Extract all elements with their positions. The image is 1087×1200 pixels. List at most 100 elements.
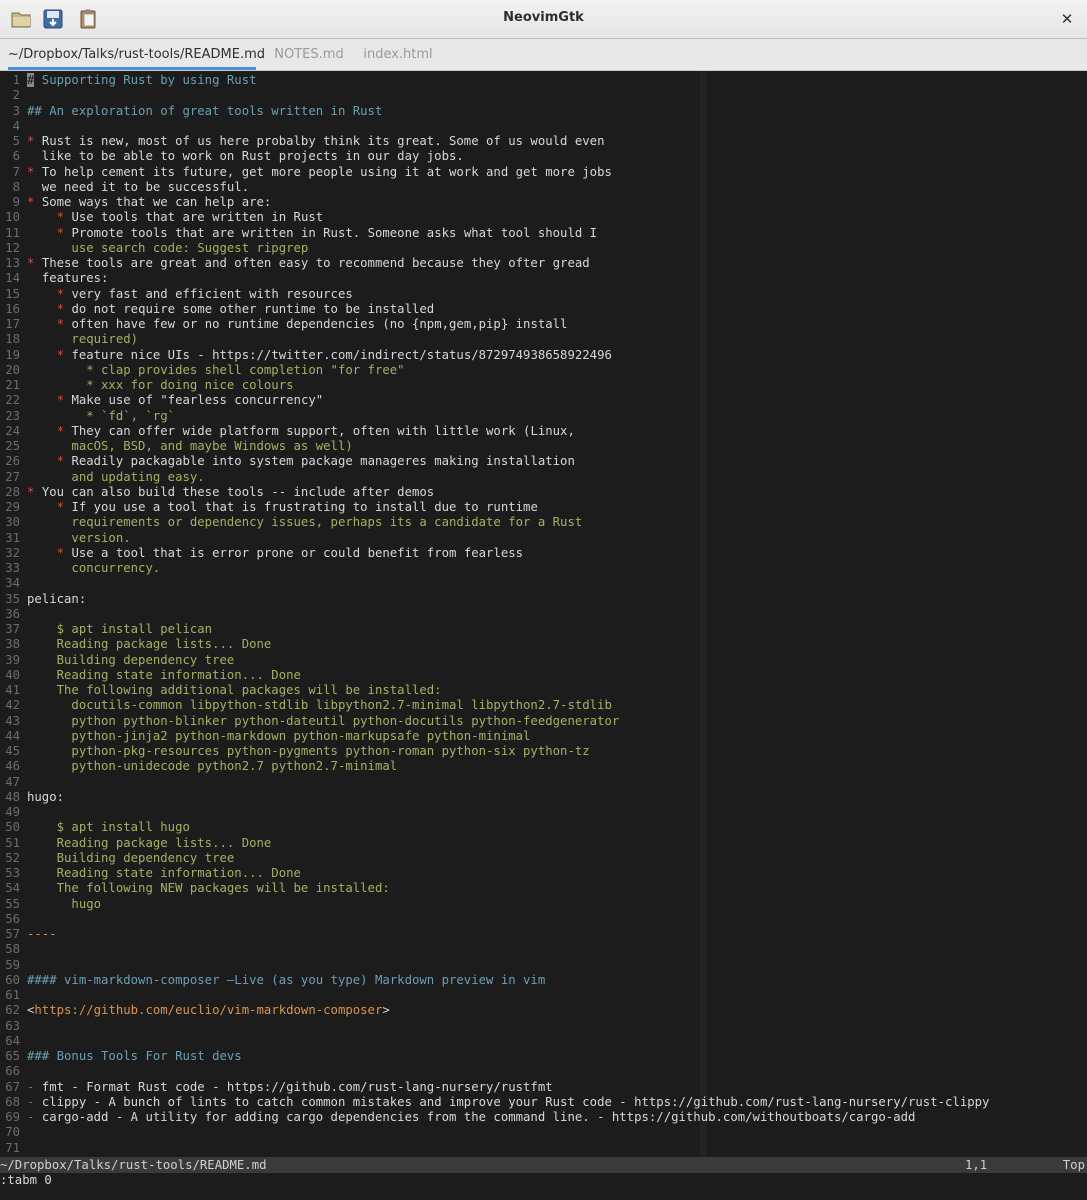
line-number: 23 — [5, 408, 20, 423]
line-number: 51 — [5, 835, 20, 850]
line-segment: Use a tool that is error prone or could … — [71, 545, 524, 560]
buffer-line: 53 Reading state information... Done — [0, 866, 1087, 881]
line-segment: Reading state information... Done — [27, 667, 301, 682]
buffer-line: 40 Reading state information... Done — [0, 668, 1087, 683]
line-number: 22 — [5, 393, 20, 408]
line-segment: ## An exploration of great tools written… — [27, 103, 383, 118]
line-segment — [27, 302, 57, 316]
buffer-lines: 1 # Supporting Rust by using Rust 2 3 ## An … — [0, 73, 1087, 1156]
line-segment: * — [56, 225, 72, 240]
line-number: 35 — [5, 591, 20, 606]
line-segment — [27, 210, 57, 224]
line-number: 67 — [5, 1079, 20, 1094]
line-number: 47 — [5, 774, 20, 789]
buffer-line: 46 python-unidecode python2.7 python2.7-… — [0, 759, 1087, 774]
line-text: * xxx for doing nice colours — [27, 378, 293, 393]
line-number: 60 — [5, 972, 20, 987]
tab-bar: ~/Dropbox/Talks/rust-tools/README.md NOT… — [0, 39, 1087, 71]
line-text: ---- — [27, 927, 57, 942]
buffer-line: 55 hugo — [0, 897, 1087, 912]
line-segment: cargo-add - A utility for adding cargo d… — [41, 1110, 916, 1124]
line-number: 10 — [5, 210, 20, 225]
buffer-line: 58 — [0, 942, 1087, 957]
line-number: 7 — [12, 164, 20, 179]
line-text: * Promote tools that are written in Rust… — [27, 226, 597, 241]
line-segment — [27, 546, 57, 560]
line-number: 20 — [5, 362, 20, 377]
line-text: * feature nice UIs - https://twitter.com… — [27, 348, 612, 363]
line-segment: * — [56, 393, 72, 408]
editor-buffer[interactable]: 1 # Supporting Rust by using Rust 2 3 ## An … — [0, 71, 1087, 1157]
line-number: 66 — [5, 1064, 20, 1079]
line-segment: features: — [27, 271, 109, 286]
line-number: 15 — [5, 286, 20, 301]
cursor-position: 1,1 — [965, 1158, 988, 1172]
buffer-line: 16 * do not require some other runtime t… — [0, 302, 1087, 317]
line-number: 41 — [5, 683, 20, 697]
line-segment: Make use of "fearless concurrency" — [71, 393, 324, 408]
buffer-line: 12 use search code: Suggest ripgrep — [0, 241, 1087, 256]
command-line[interactable]: :tabm 0 — [0, 1173, 1087, 1200]
line-number: 61 — [5, 988, 20, 1002]
line-number: 38 — [5, 637, 20, 652]
line-text: docutils-common libpython-stdlib libpyth… — [27, 698, 611, 713]
line-number: 53 — [5, 866, 20, 880]
tab-notes[interactable]: NOTES.md — [268, 39, 350, 70]
line-segment: like to be able to work on Rust projects… — [27, 149, 464, 164]
buffer-line: 44 python-jinja2 python-markdown python-… — [0, 729, 1087, 744]
line-segment: pelican: — [27, 591, 87, 606]
line-segment: The following additional packages will b… — [27, 683, 442, 697]
line-segment: very fast and efficient with resources — [71, 286, 353, 301]
scroll-position: Top — [1062, 1158, 1085, 1172]
line-number: 5 — [12, 134, 20, 148]
buffer-line: 32 * Use a tool that is error prone or c… — [0, 546, 1087, 561]
line-segment: $ apt install hugo — [27, 820, 190, 835]
buffer-line: 18 required) — [0, 332, 1087, 347]
line-number: 57 — [5, 927, 20, 941]
line-text: ### Bonus Tools For Rust devs — [27, 1049, 242, 1064]
line-segment: requirements or dependency issues, perha… — [27, 515, 583, 530]
line-text: pelican: — [27, 592, 86, 607]
line-text: The following additional packages will b… — [27, 683, 442, 698]
line-segment: * — [56, 301, 72, 316]
line-number: 37 — [5, 622, 20, 636]
tab-readme[interactable]: ~/Dropbox/Talks/rust-tools/README.md — [8, 39, 265, 70]
line-text: - cargo-add - A utility for adding cargo… — [27, 1110, 915, 1125]
line-segment: Reading state information... Done — [27, 866, 301, 880]
line-segment: * — [27, 484, 42, 499]
buffer-line: 39 Building dependency tree — [0, 653, 1087, 668]
line-segment: * — [56, 210, 72, 225]
buffer-line: 70 — [0, 1125, 1087, 1140]
line-text: required) — [27, 332, 138, 347]
buffer-line: 10 * Use tools that are written in Rust — [0, 210, 1087, 225]
buffer-line: 15 * very fast and efficient with resour… — [0, 287, 1087, 302]
buffer-line: 25 macOS, BSD, and maybe Windows as well… — [0, 439, 1087, 454]
line-text: * Use a tool that is error prone or coul… — [27, 546, 523, 561]
command-text: :tabm 0 — [0, 1173, 52, 1187]
line-number: 32 — [5, 545, 20, 560]
buffer-line: 71 — [0, 1141, 1087, 1156]
line-segment: ### Bonus Tools For Rust devs — [27, 1049, 242, 1063]
line-text: $ apt install hugo — [27, 820, 190, 835]
line-text: hugo — [27, 897, 101, 912]
buffer-line: 66 — [0, 1064, 1087, 1079]
line-number: 69 — [5, 1110, 20, 1124]
line-segment: ---- — [27, 927, 57, 941]
line-segment: Building dependency tree — [27, 652, 235, 667]
line-text: * Some ways that we can help are: — [27, 195, 271, 210]
line-text: python python-blinker python-dateutil py… — [27, 714, 619, 729]
line-text: Reading state information... Done — [27, 866, 301, 881]
line-segment: concurrency. — [27, 561, 161, 575]
buffer-line: 33 concurrency. — [0, 561, 1087, 576]
buffer-line: 64 — [0, 1034, 1087, 1049]
line-segment: often have few or no runtime dependencie… — [71, 317, 568, 331]
line-segment: $ apt install pelican — [27, 622, 213, 636]
close-icon[interactable]: ✕ — [1057, 9, 1077, 29]
line-segment: * — [56, 347, 72, 362]
line-segment: * — [27, 195, 42, 209]
line-segment: #### vim-markdown-composer —Live (as you… — [27, 972, 546, 987]
tab-index[interactable]: index.html — [358, 39, 438, 70]
line-number: 70 — [5, 1125, 20, 1140]
buffer-line: 42 docutils-common libpython-stdlib libp… — [0, 698, 1087, 713]
line-text: * These tools are great and often easy t… — [27, 256, 590, 271]
